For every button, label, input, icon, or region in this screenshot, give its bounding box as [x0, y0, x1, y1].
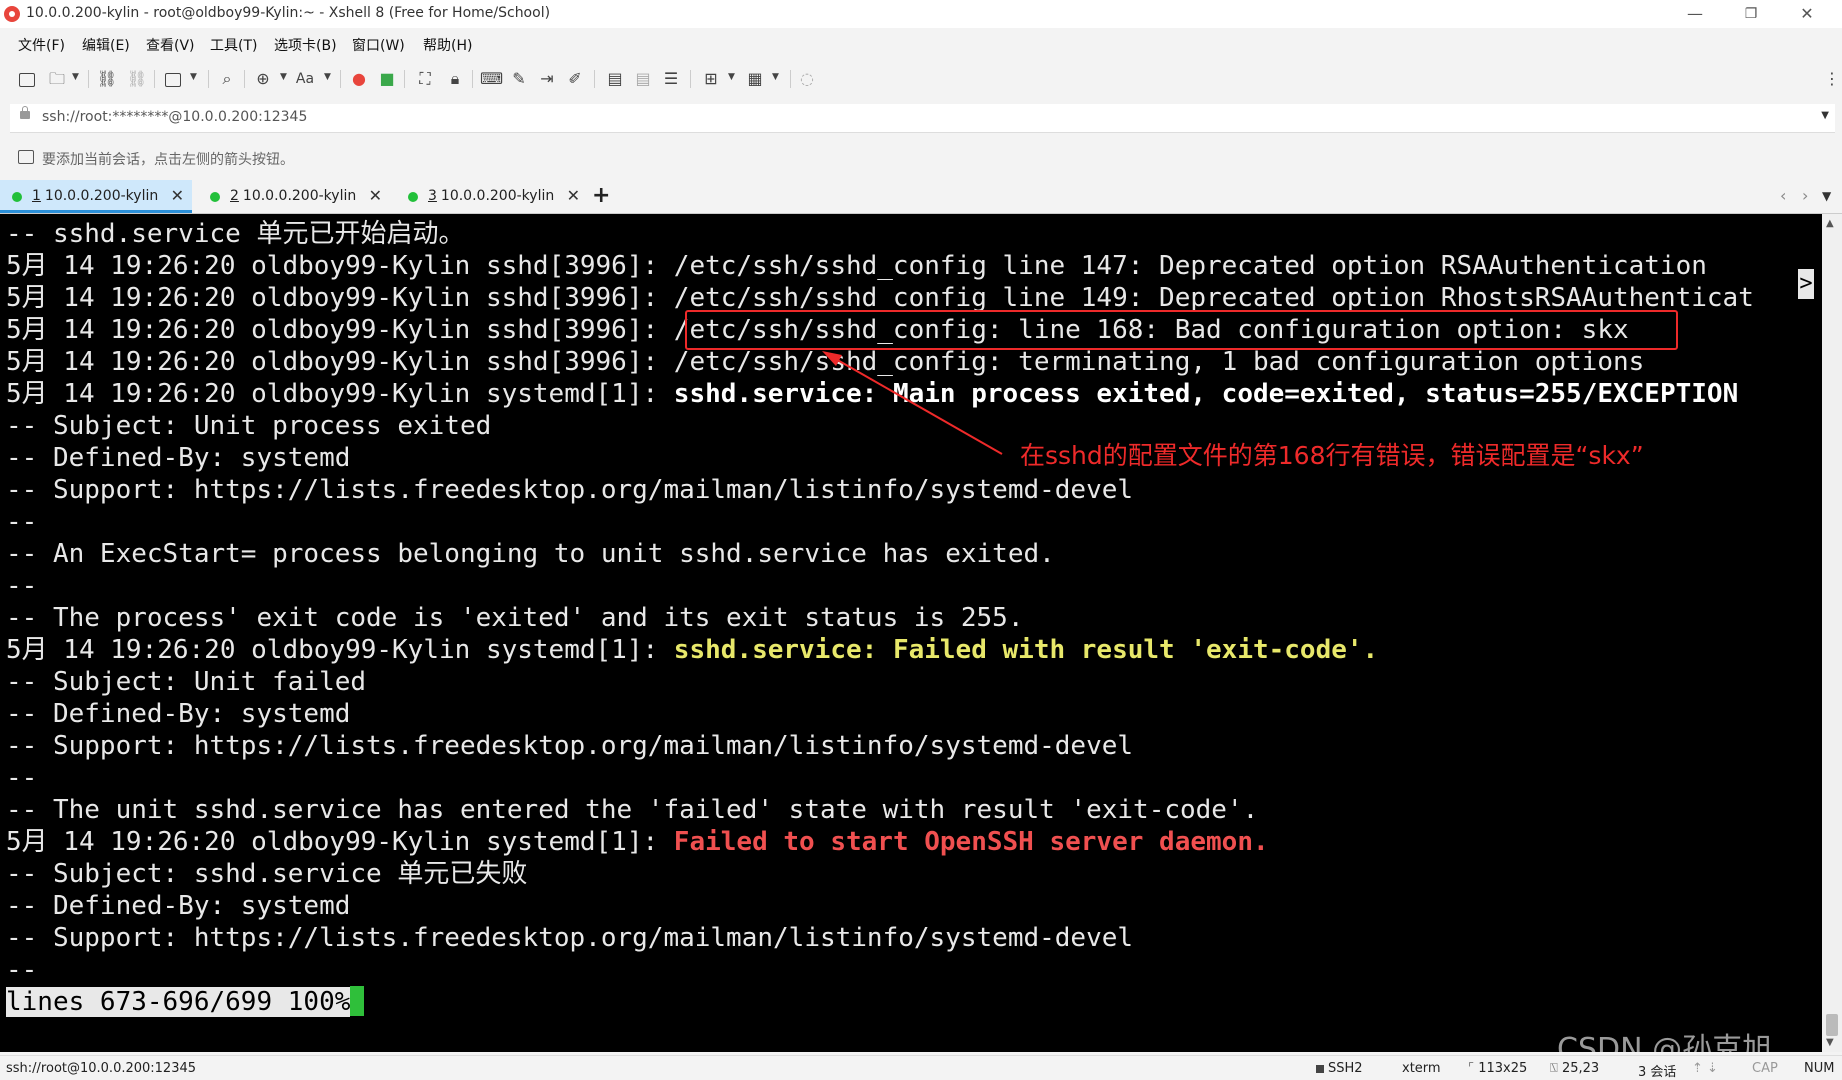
add-pane-icon[interactable]: ⊞ [700, 68, 722, 90]
xshell-logo-icon [4, 6, 20, 22]
csdn-watermark: CSDN @孙克旭 [1557, 1032, 1773, 1052]
font-dropdown-icon[interactable]: ▼ [324, 72, 331, 82]
font-icon[interactable]: Aa [294, 68, 316, 90]
scroll-down-icon[interactable]: ▼ [1826, 1037, 1834, 1048]
tab-session-1[interactable]: 1 10.0.0.200-kylin ✕ [0, 180, 192, 213]
tab-label: 10.0.0.200-kylin [242, 188, 357, 204]
tab-close-icon[interactable]: ✕ [567, 186, 580, 205]
scroll-thumb[interactable] [1826, 1014, 1838, 1036]
lock-icon [20, 106, 30, 119]
tab-close-icon[interactable]: ✕ [171, 186, 184, 205]
address-input[interactable]: ssh://root:********@10.0.0.200:12345 [42, 109, 307, 125]
add-pane-dropdown-icon[interactable]: ▼ [728, 72, 735, 82]
address-dropdown-icon[interactable]: ▼ [1821, 110, 1829, 121]
globe-icon[interactable]: ⊕ [252, 68, 274, 90]
scroll-up-icon[interactable]: ▲ [1826, 218, 1834, 229]
menu-file[interactable]: 文件(F) [18, 35, 65, 55]
keyboard-icon[interactable]: ⌨ [480, 68, 503, 90]
tab-bar: 1 10.0.0.200-kylin ✕ 2 10.0.0.200-kylin ✕ … [0, 180, 1842, 214]
tab-number: 2 [230, 188, 239, 204]
tab-number: 3 [428, 188, 437, 204]
status-bar: ssh://root@10.0.0.200:12345 SSH2 xterm ⌜… [0, 1055, 1842, 1080]
status-caps: CAP [1752, 1061, 1778, 1076]
title-bar: 10.0.0.200-kylin - root@oldboy99-Kylin:~… [0, 0, 1842, 28]
tab-session-2[interactable]: 2 10.0.0.200-kylin ✕ [198, 180, 390, 213]
menu-tools[interactable]: 工具(T) [210, 35, 257, 55]
layout-icon[interactable]: ▦ [744, 68, 766, 90]
xshell-red-icon[interactable]: ● [348, 68, 370, 90]
tab-number: 1 [32, 188, 41, 204]
error-annotation: 在sshd的配置文件的第168行有错误，错误配置是“skx” [1020, 441, 1644, 470]
connected-status-icon [210, 192, 220, 202]
globe-dropdown-icon[interactable]: ▼ [280, 72, 287, 82]
menu-tabs[interactable]: 选项卡(B) [274, 35, 337, 55]
transfer-icon[interactable]: ⇥ [536, 68, 558, 90]
terminal-scrollbar[interactable]: ▲ ▼ [1822, 214, 1842, 1052]
restore-button[interactable]: ❐ [1728, 0, 1774, 28]
connected-status-icon [408, 192, 418, 202]
session-hint-bar: 要添加当前会话，点击左侧的箭头按钮。 [0, 146, 1842, 170]
menu-help[interactable]: 帮助(H) [423, 35, 472, 55]
tab-prev-icon[interactable]: ‹ [1780, 186, 1786, 205]
lock-icon[interactable]: 🔒︎ [444, 68, 466, 90]
search-icon[interactable]: ⌕ [216, 68, 238, 90]
disconnect-icon[interactable]: ⛓ [126, 68, 148, 90]
terminal-output[interactable]: lines 673-696/699 100% -- -- Support: http… [0, 214, 1822, 1052]
minimize-button[interactable]: — [1672, 0, 1718, 28]
status-num: NUM [1804, 1061, 1835, 1076]
status-connection: ssh://root@10.0.0.200:12345 [6, 1061, 197, 1076]
tab-label: 10.0.0.200-kylin [440, 188, 555, 204]
pen-icon[interactable]: ✎ [508, 68, 530, 90]
add-session-arrow-icon[interactable] [18, 150, 34, 164]
session-hint-text: 要添加当前会话，点击左侧的箭头按钮。 [42, 152, 294, 168]
annotation-arrow [822, 351, 1003, 455]
menu-view[interactable]: 查看(V) [146, 35, 195, 55]
window-title: 10.0.0.200-kylin - root@oldboy99-Kylin:~… [26, 5, 551, 21]
compose-icon[interactable]: ☰ [660, 68, 682, 90]
log-stop-icon[interactable]: ▤ [632, 68, 654, 90]
chat-icon[interactable]: ◌ [796, 68, 818, 90]
status-size: ⌜ 113x25 [1468, 1061, 1528, 1076]
menu-window[interactable]: 窗口(W) [352, 35, 405, 55]
menu-edit[interactable]: 编辑(E) [82, 35, 130, 55]
toolbar: 🗀 ▼ ⛓ ⛓ ▼ ⌕ ⊕ ▼ Aa ▼ ● ■ ⛶ 🔒︎ ⌨ ✎ ⇥ ✐ ▤ … [0, 64, 1842, 94]
xftp-green-icon[interactable]: ■ [376, 68, 398, 90]
xshell-window: 10.0.0.200-kylin - root@oldboy99-Kylin:~… [0, 0, 1842, 1080]
tab-session-3[interactable]: 3 10.0.0.200-kylin ✕ [396, 180, 588, 213]
script-icon[interactable]: ✐ [564, 68, 586, 90]
tab-list-icon[interactable]: ▼ [1822, 189, 1831, 203]
open-folder-icon[interactable]: 🗀 [46, 68, 68, 90]
reconnect-icon[interactable]: ⛓ [96, 68, 118, 90]
new-session-icon[interactable] [16, 68, 38, 90]
fullscreen-icon[interactable]: ⛶ [414, 68, 436, 90]
status-sessions: 3 会话 [1638, 1065, 1677, 1080]
status-protocol: SSH2 [1316, 1061, 1363, 1076]
log-start-icon[interactable]: ▤ [604, 68, 626, 90]
new-window-icon[interactable] [162, 68, 184, 90]
lock-icon [1316, 1064, 1324, 1073]
connected-status-icon [12, 192, 22, 202]
open-dropdown-icon[interactable]: ▼ [72, 72, 79, 82]
tab-label: 10.0.0.200-kylin [44, 188, 159, 204]
tab-close-icon[interactable]: ✕ [369, 186, 382, 205]
add-tab-button[interactable]: + [592, 183, 610, 208]
status-arrows-icon: ⇡ ⇣ [1692, 1061, 1718, 1076]
address-bar[interactable]: ssh://root:********@10.0.0.200:12345 ▼ [10, 104, 1835, 133]
tab-next-icon[interactable]: › [1802, 186, 1808, 205]
layout-dropdown-icon[interactable]: ▼ [772, 72, 779, 82]
status-terminal-type: xterm [1402, 1061, 1441, 1076]
more-options-icon[interactable]: ⋮ [1824, 68, 1840, 90]
status-cursor-position: ⍂ 25,23 [1550, 1061, 1600, 1076]
menu-bar: 文件(F) 编辑(E) 查看(V) 工具(T) 选项卡(B) 窗口(W) 帮助(… [0, 33, 1842, 57]
close-button[interactable]: ✕ [1784, 0, 1830, 28]
new-window-dropdown-icon[interactable]: ▼ [190, 72, 197, 82]
